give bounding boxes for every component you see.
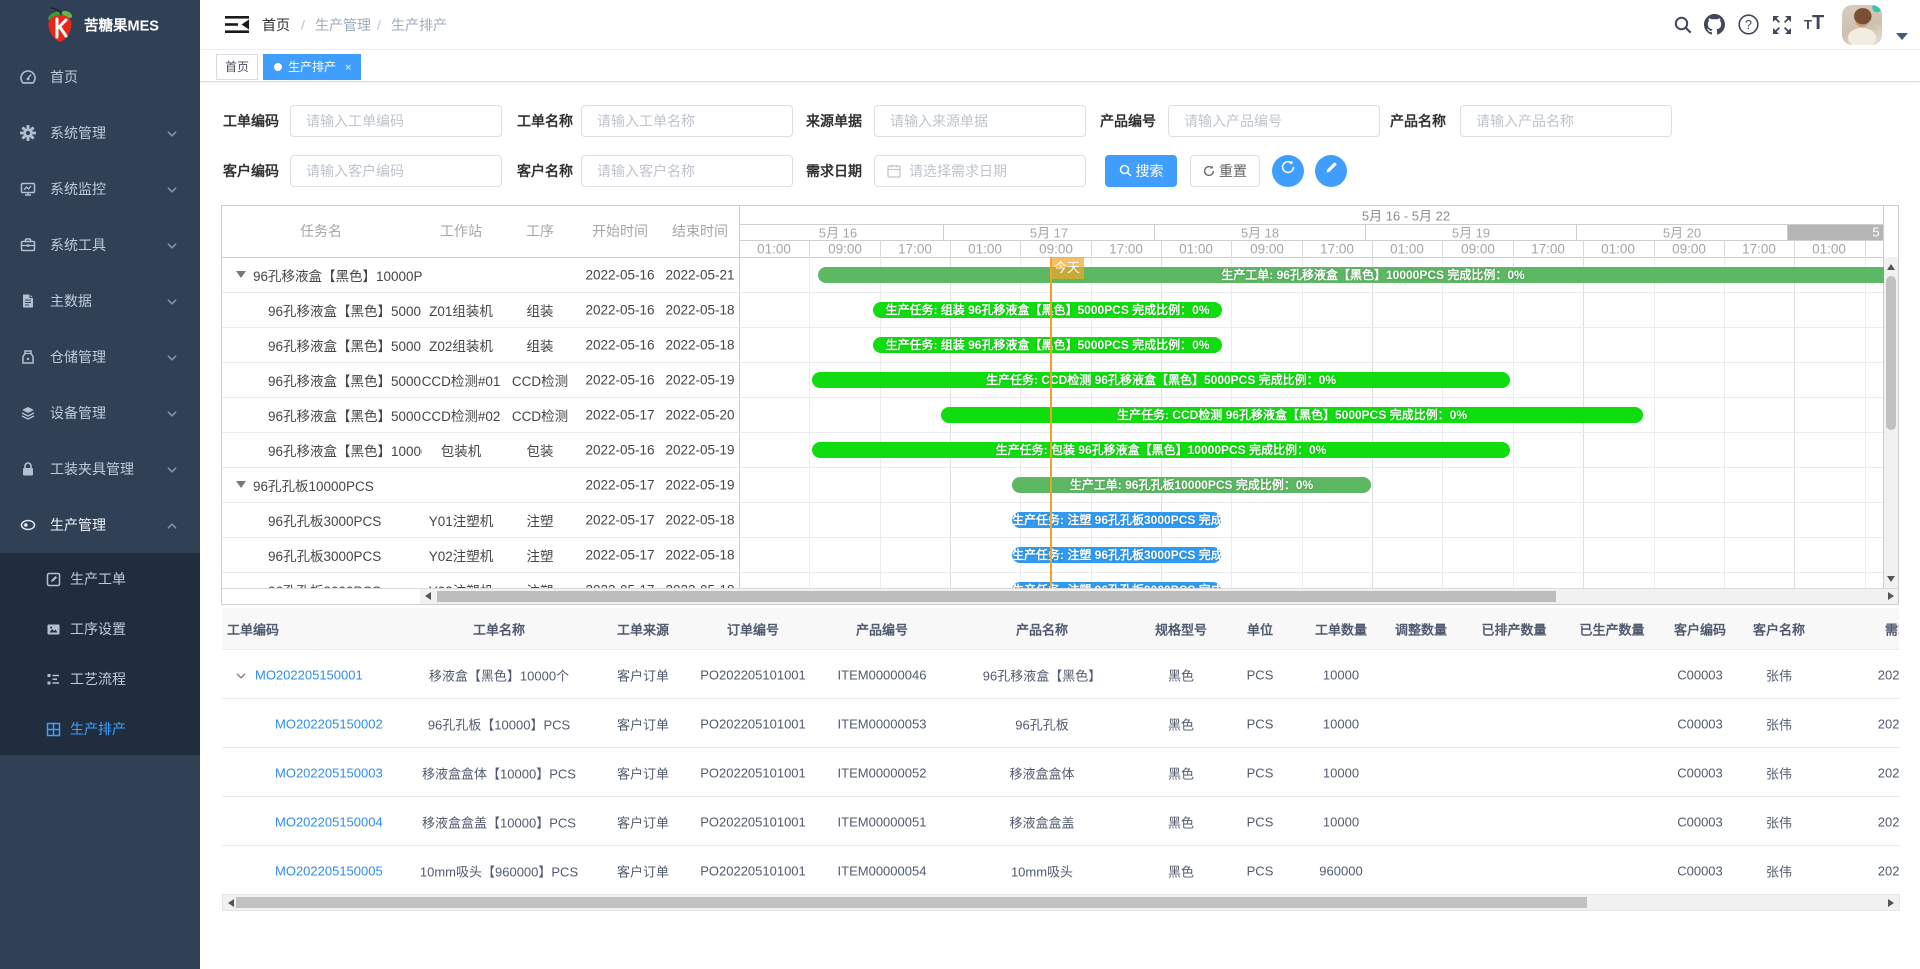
svg-text:?: ? xyxy=(1745,18,1752,32)
